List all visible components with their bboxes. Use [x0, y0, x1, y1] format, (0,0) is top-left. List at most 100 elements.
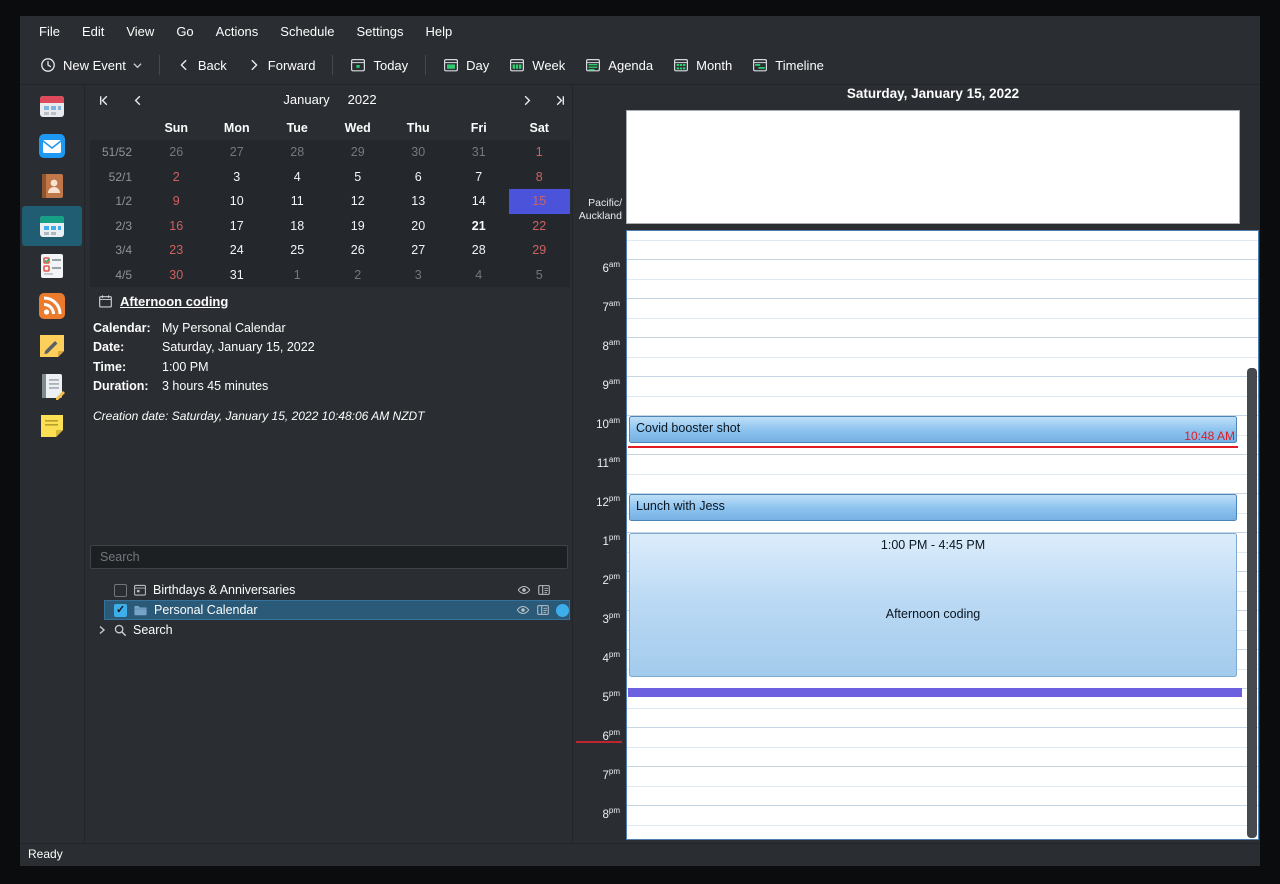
sidebar-item-summary[interactable] [22, 86, 82, 126]
agenda-grid[interactable]: Covid booster shot Lunch with Jess 1:00 PM… [626, 230, 1259, 840]
week-number[interactable]: 51/52 [90, 140, 146, 165]
agenda-scrollbar-thumb[interactable] [1247, 368, 1257, 838]
day-cell[interactable]: 1 [267, 263, 328, 288]
day-cell[interactable]: 7 [449, 165, 510, 190]
day-cell[interactable]: 3 [388, 263, 449, 288]
week-number[interactable]: 3/4 [90, 238, 146, 263]
month-button[interactable]: January [283, 92, 329, 107]
calendar-checkbox[interactable] [114, 583, 127, 597]
day-cell[interactable]: 5 [328, 165, 389, 190]
day-cell[interactable]: 26 [328, 238, 389, 263]
agenda-view-button[interactable]: Agenda [575, 52, 663, 78]
day-cell[interactable]: 28 [267, 140, 328, 165]
day-cell[interactable]: 5 [509, 263, 570, 288]
day-cell[interactable]: 6 [388, 165, 449, 190]
day-cell[interactable]: 27 [207, 140, 268, 165]
month-view-button[interactable]: Month [663, 52, 742, 78]
day-cell[interactable]: 19 [328, 214, 389, 239]
day-view-button[interactable]: Day [433, 52, 499, 78]
day-cell[interactable]: 15 [509, 189, 570, 214]
day-cell[interactable]: 28 [449, 238, 510, 263]
day-cell[interactable]: 24 [207, 238, 268, 263]
eye-icon[interactable] [517, 583, 531, 597]
chevron-right-icon[interactable] [97, 625, 107, 635]
day-cell[interactable]: 8 [509, 165, 570, 190]
all-day-area[interactable] [626, 110, 1240, 224]
week-number[interactable]: 4/5 [90, 263, 146, 288]
day-cell[interactable]: 25 [267, 238, 328, 263]
day-cell[interactable]: 9 [146, 189, 207, 214]
timeline-view-button[interactable]: Timeline [742, 52, 834, 78]
day-cell[interactable]: 17 [207, 214, 268, 239]
menu-help[interactable]: Help [415, 20, 464, 43]
day-cell[interactable]: 27 [388, 238, 449, 263]
menu-file[interactable]: File [28, 20, 71, 43]
agenda-event[interactable]: 1:00 PM - 4:45 PM Afternoon coding [629, 533, 1237, 678]
day-cell[interactable]: 31 [449, 140, 510, 165]
sidebar-item-contacts[interactable] [22, 166, 82, 206]
panel-splitter[interactable] [572, 85, 573, 842]
day-cell[interactable]: 4 [267, 165, 328, 190]
day-cell[interactable]: 29 [328, 140, 389, 165]
sidebar-item-todo[interactable] [22, 246, 82, 286]
sidebar-item-sticky-notes[interactable] [22, 406, 82, 446]
forward-button[interactable]: Forward [237, 53, 326, 78]
sidebar-item-mail[interactable] [22, 126, 82, 166]
new-event-button[interactable]: New Event [30, 52, 152, 78]
week-number[interactable]: 1/2 [90, 189, 146, 214]
calendar-list-item-selected[interactable]: Personal Calendar [104, 600, 570, 620]
day-cell[interactable]: 2 [328, 263, 389, 288]
day-cell[interactable]: 23 [146, 238, 207, 263]
menu-actions[interactable]: Actions [205, 20, 270, 43]
event-title-link[interactable]: Afternoon coding [120, 294, 228, 309]
day-cell[interactable]: 30 [146, 263, 207, 288]
date-navigator-grid[interactable]: 51/52 26 27 28 29 30 31 1 52/1 2 3 4 5 6 7 8 1/2 9 10 11 12 1… [90, 140, 570, 287]
day-cell[interactable]: 1 [509, 140, 570, 165]
list-panel-icon[interactable] [537, 583, 551, 597]
sidebar-item-journal[interactable] [22, 366, 82, 406]
day-cell[interactable]: 21 [449, 214, 510, 239]
agenda-event[interactable]: Covid booster shot [629, 416, 1237, 444]
today-button[interactable]: Today [340, 52, 418, 78]
day-cell[interactable]: 20 [388, 214, 449, 239]
day-cell[interactable]: 26 [146, 140, 207, 165]
calendar-color-dot[interactable] [556, 603, 569, 617]
day-cell[interactable]: 2 [146, 165, 207, 190]
calendar-list-item[interactable]: Birthdays & Anniversaries [90, 580, 570, 600]
day-cell[interactable]: 10 [207, 189, 268, 214]
list-panel-icon[interactable] [536, 603, 550, 617]
menu-settings[interactable]: Settings [346, 20, 415, 43]
eye-icon[interactable] [516, 603, 530, 617]
menu-edit[interactable]: Edit [71, 20, 115, 43]
event-details-title[interactable]: Afternoon coding [98, 294, 228, 309]
day-cell[interactable]: 4 [449, 263, 510, 288]
day-cell[interactable]: 12 [328, 189, 389, 214]
menu-go[interactable]: Go [165, 20, 204, 43]
sidebar-item-notes[interactable] [22, 326, 82, 366]
week-number[interactable]: 52/1 [90, 165, 146, 190]
search-input[interactable] [90, 545, 568, 569]
day-cell[interactable]: 3 [207, 165, 268, 190]
day-cell[interactable]: 29 [509, 238, 570, 263]
menu-view[interactable]: View [115, 20, 165, 43]
back-button[interactable]: Back [167, 53, 237, 78]
sidebar-item-calendar[interactable] [22, 206, 82, 246]
calendar-checkbox[interactable] [114, 603, 127, 617]
day-cell[interactable]: 16 [146, 214, 207, 239]
day-cell[interactable]: 31 [207, 263, 268, 288]
day-cell[interactable]: 14 [449, 189, 510, 214]
menu-schedule[interactable]: Schedule [269, 20, 345, 43]
day-cell[interactable]: 18 [267, 214, 328, 239]
week-view-button[interactable]: Week [499, 52, 575, 78]
next-year-button[interactable] [551, 91, 569, 109]
next-month-button[interactable] [518, 91, 536, 109]
calendar-search-row[interactable]: Search [90, 620, 570, 640]
year-button[interactable]: 2022 [348, 92, 377, 107]
day-cell[interactable]: 13 [388, 189, 449, 214]
week-number[interactable]: 2/3 [90, 214, 146, 239]
sidebar-item-feeds[interactable] [22, 286, 82, 326]
agenda-event[interactable]: Lunch with Jess [629, 494, 1237, 522]
day-cell[interactable]: 22 [509, 214, 570, 239]
day-cell[interactable]: 11 [267, 189, 328, 214]
day-cell[interactable]: 30 [388, 140, 449, 165]
